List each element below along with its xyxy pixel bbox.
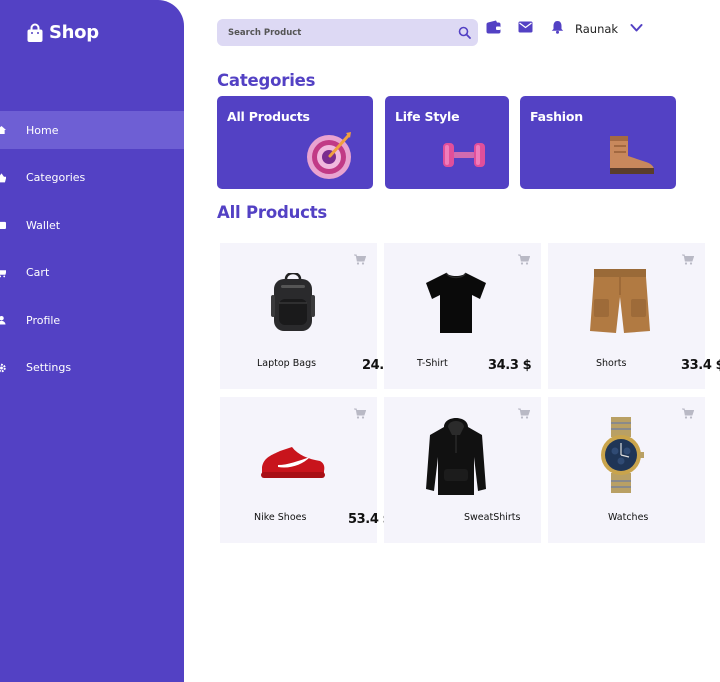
product-card-sweatshirts[interactable]: SweatShirts <box>384 397 541 543</box>
mail-icon[interactable] <box>518 20 533 34</box>
sidebar-item-label: Profile <box>26 313 61 327</box>
product-name: Shorts <box>596 358 627 369</box>
sidebar: Shop Home Categories Wallet Cart Profile <box>0 0 184 682</box>
product-name: Watches <box>608 512 649 523</box>
sidebar-item-label: Categories <box>26 171 86 184</box>
category-card-fashion[interactable]: Fashion <box>520 96 676 189</box>
product-card-laptop-bags[interactable]: Laptop Bags 24.3 $ <box>220 243 406 389</box>
categories-heading: Categories <box>217 71 316 90</box>
sidebar-nav: Home Categories Wallet Cart Profile Sett… <box>0 111 184 396</box>
category-card-life-style[interactable]: Life Style <box>385 96 509 189</box>
category-label: Life Style <box>395 109 460 124</box>
bell-icon[interactable] <box>550 20 565 34</box>
all-products-heading: All Products <box>217 203 328 222</box>
category-card-all-products[interactable]: All Products <box>217 96 373 189</box>
sidebar-item-home[interactable]: Home <box>0 111 184 149</box>
shopping-bag-icon <box>27 23 43 42</box>
product-name: SweatShirts <box>464 512 521 523</box>
basket-icon <box>0 173 6 182</box>
home-icon <box>0 125 6 135</box>
product-name: T-Shirt <box>417 358 448 369</box>
sidebar-item-label: Cart <box>26 266 50 279</box>
sidebar-item-cart[interactable]: Cart <box>0 254 184 292</box>
product-card-shorts[interactable]: Shorts 33.4 $ <box>548 243 720 389</box>
cart-icon[interactable] <box>682 254 694 265</box>
cart-icon[interactable] <box>354 408 366 419</box>
wallet-icon <box>0 221 6 230</box>
sidebar-item-label: Home <box>26 123 59 137</box>
cart-icon[interactable] <box>518 408 530 419</box>
dumbbell-icon <box>443 143 485 167</box>
sidebar-item-label: Wallet <box>26 218 61 232</box>
hoodie-image <box>426 418 486 495</box>
cart-icon[interactable] <box>354 254 366 265</box>
username[interactable]: Raunak <box>575 22 618 36</box>
cart-icon <box>0 269 6 277</box>
boot-icon <box>610 136 654 174</box>
brand-logo[interactable]: Shop <box>26 22 99 43</box>
tshirt-image <box>426 272 486 333</box>
sidebar-item-wallet[interactable]: Wallet <box>0 206 184 244</box>
product-name: Nike Shoes <box>254 512 307 523</box>
sidebar-item-categories[interactable]: Categories <box>0 159 184 197</box>
cart-icon[interactable] <box>518 254 530 265</box>
product-name: Laptop Bags <box>257 358 317 369</box>
wallet-icon[interactable] <box>486 20 501 34</box>
gear-icon <box>0 363 6 372</box>
search-bar <box>217 19 478 46</box>
backpack-image <box>271 273 315 331</box>
product-card-t-shirt[interactable]: T-Shirt 34.3 $ <box>384 243 541 389</box>
cart-icon[interactable] <box>682 408 694 419</box>
search-input[interactable] <box>217 27 447 38</box>
sidebar-item-settings[interactable]: Settings <box>0 349 184 387</box>
sidebar-item-profile[interactable]: Profile <box>0 301 184 339</box>
product-price: 33.4 $ <box>681 358 720 373</box>
brand-name: Shop <box>49 22 99 43</box>
category-label: Fashion <box>530 109 583 124</box>
product-card-nike-shoes[interactable]: Nike Shoes 53.4 $ <box>220 397 392 543</box>
shorts-image <box>590 269 650 333</box>
sneaker-image <box>261 447 325 478</box>
search-icon[interactable] <box>458 26 471 39</box>
chevron-down-icon[interactable] <box>630 23 643 33</box>
product-card-watches[interactable]: Watches <box>548 397 705 543</box>
user-icon <box>0 315 6 325</box>
shop-app: Shop Home Categories Wallet Cart Profile <box>0 0 720 682</box>
sidebar-item-label: Settings <box>26 361 72 374</box>
product-price: 34.3 $ <box>488 358 532 373</box>
target-icon <box>307 132 351 179</box>
category-label: All Products <box>227 109 310 124</box>
watch-image <box>601 417 644 493</box>
